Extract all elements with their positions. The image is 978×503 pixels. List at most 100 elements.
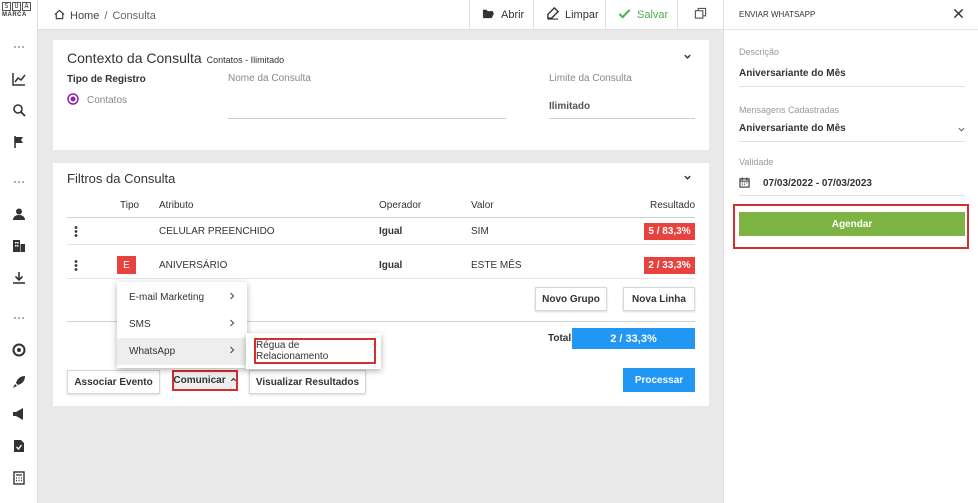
associar-evento-button[interactable]: Associar Evento	[67, 370, 160, 394]
header-resultado: Resultado	[650, 200, 696, 211]
row-valor: ESTE MÊS	[471, 260, 522, 271]
header-atributo: Atributo	[159, 200, 194, 211]
chart-icon[interactable]	[9, 70, 29, 88]
building-icon[interactable]	[9, 237, 29, 255]
agendar-button[interactable]: Agendar	[739, 212, 965, 236]
calendar-icon	[739, 177, 750, 191]
limpar-label: Limpar	[565, 9, 599, 21]
flag-icon[interactable]	[9, 133, 29, 151]
more-dots-icon	[9, 173, 29, 191]
logo-letter: S	[2, 2, 11, 11]
limite-consulta-value: Ilimitado	[549, 101, 591, 112]
logo-letter: U	[12, 2, 21, 11]
comunicar-label: Comunicar	[173, 375, 226, 386]
calculator-icon[interactable]	[9, 469, 29, 487]
search-icon[interactable]	[9, 101, 29, 119]
more-dots-icon	[9, 309, 29, 327]
contexto-card: Contexto da Consulta Contatos - Ilimitad…	[53, 40, 709, 150]
breadcrumb: Home / Consulta	[54, 9, 156, 23]
header-tipo: Tipo	[120, 200, 140, 211]
eraser-icon	[546, 6, 560, 23]
row-atributo: ANIVERSÁRIO	[159, 260, 228, 271]
abrir-button[interactable]: Abrir	[469, 0, 536, 30]
menu-item-label: E-mail Marketing	[129, 292, 205, 303]
chevron-down-icon[interactable]	[683, 173, 692, 185]
home-icon[interactable]	[54, 9, 65, 23]
limite-consulta-input[interactable]: Ilimitado	[549, 90, 695, 119]
mensagens-value: Aniversariante do Mês	[739, 123, 846, 134]
mensagens-select[interactable]: Aniversariante do Mês	[739, 117, 965, 142]
more-dots-icon	[9, 38, 29, 56]
total-label: Total	[548, 333, 572, 344]
user-icon[interactable]	[9, 205, 29, 223]
row-valor: SIM	[471, 226, 489, 237]
salvar-label: Salvar	[637, 9, 669, 21]
document-check-icon[interactable]	[9, 437, 29, 455]
descricao-input[interactable]: Aniversariante do Mês	[739, 62, 965, 87]
row-operador: Igual	[379, 226, 403, 237]
contexto-title: Contexto da Consulta	[67, 50, 202, 66]
megaphone-icon[interactable]	[9, 405, 29, 423]
row-tipo-badge: E	[117, 256, 136, 274]
mensagens-label: Mensagens Cadastradas	[739, 105, 840, 115]
brand-logo: S U A MARCA	[2, 2, 36, 18]
nome-consulta-input[interactable]	[228, 90, 506, 119]
row-atributo: CELULAR PREENCHIDO	[159, 226, 275, 237]
row-operador: Igual	[379, 260, 403, 271]
regua-relacionamento-item[interactable]: Régua de Relacionamento	[254, 338, 376, 364]
nova-linha-button[interactable]: Nova Linha	[623, 287, 695, 311]
table-row: CELULAR PREENCHIDO Igual SIM 5 / 83,3%	[67, 217, 695, 245]
panel-title: ENVIAR WHATSAPP	[739, 10, 816, 19]
comunicar-button[interactable]: Comunicar	[172, 370, 238, 391]
close-icon[interactable]	[953, 8, 964, 22]
chevron-right-icon	[229, 319, 235, 330]
filtros-title: Filtros da Consulta	[67, 171, 176, 186]
row-menu-icon[interactable]	[74, 260, 78, 274]
contatos-radio-label: Contatos	[87, 95, 128, 106]
menu-item-email-marketing[interactable]: E-mail Marketing	[117, 284, 247, 311]
contatos-radio[interactable]: Contatos	[67, 93, 127, 108]
logo-letter: A	[22, 2, 31, 11]
row-resultado-badge: 2 / 33,3%	[644, 257, 695, 274]
processar-button[interactable]: Processar	[623, 368, 695, 392]
window-restore-icon	[694, 7, 707, 23]
salvar-button[interactable]: Salvar	[605, 0, 680, 30]
download-icon[interactable]	[9, 269, 29, 287]
row-menu-icon[interactable]	[74, 226, 78, 240]
descricao-label: Descrição	[739, 47, 780, 57]
chevron-down-icon	[958, 124, 965, 136]
folder-open-icon	[482, 7, 495, 23]
validade-value: 07/03/2022 - 07/03/2023	[763, 178, 872, 189]
breadcrumb-current: Consulta	[112, 10, 156, 22]
header-valor: Valor	[471, 200, 494, 211]
breadcrumb-separator: /	[104, 10, 108, 22]
descricao-value: Aniversariante do Mês	[739, 68, 846, 79]
nome-consulta-label: Nome da Consulta	[228, 73, 311, 84]
radio-selected-icon	[67, 93, 79, 108]
rocket-icon[interactable]	[9, 373, 29, 391]
breadcrumb-home[interactable]: Home	[70, 10, 99, 22]
comunicar-menu: E-mail Marketing SMS WhatsApp	[117, 282, 247, 368]
chevron-right-icon	[229, 292, 235, 303]
logo-text: MARCA	[2, 12, 27, 18]
table-row: E ANIVERSÁRIO Igual ESTE MÊS 2 / 33,3%	[67, 251, 695, 279]
window-restore-button[interactable]	[677, 0, 723, 30]
novo-grupo-button[interactable]: Novo Grupo	[535, 287, 607, 311]
tipo-registro-label: Tipo de Registro	[67, 74, 146, 85]
menu-item-sms[interactable]: SMS	[117, 311, 247, 338]
contexto-subtitle: Contatos - Ilimitado	[206, 55, 285, 65]
top-bar: Home / Consulta Abrir Limpar Salvar	[38, 0, 723, 30]
visualizar-resultados-button[interactable]: Visualizar Resultados	[249, 370, 366, 394]
validade-label: Validade	[739, 157, 774, 167]
limpar-button[interactable]: Limpar	[533, 0, 611, 30]
abrir-label: Abrir	[501, 9, 525, 21]
validade-input[interactable]: 07/03/2022 - 07/03/2023	[739, 172, 965, 196]
limite-consulta-label: Limite da Consulta	[549, 73, 632, 84]
check-icon	[618, 7, 631, 23]
chevron-up-icon	[230, 375, 237, 386]
chevron-down-icon[interactable]	[683, 52, 692, 64]
left-sidebar: S U A MARCA	[0, 0, 38, 503]
menu-item-label: SMS	[129, 319, 151, 330]
lifebuoy-icon[interactable]	[9, 341, 29, 359]
menu-item-whatsapp[interactable]: WhatsApp	[117, 338, 247, 365]
